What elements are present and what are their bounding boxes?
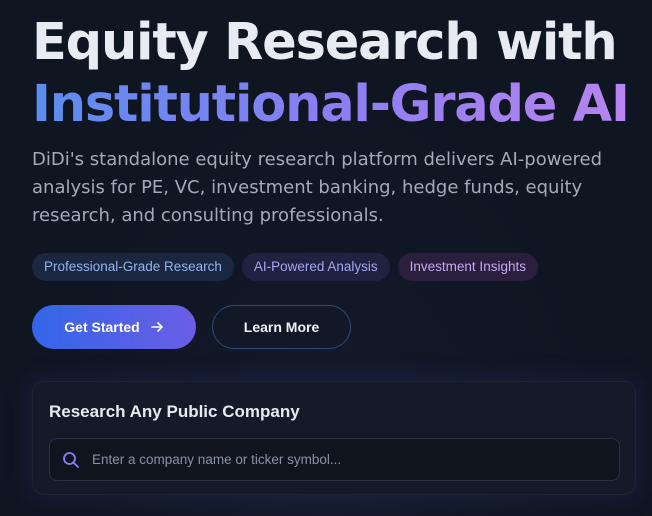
search-icon (62, 451, 80, 469)
badge-investment-insights: Investment Insights (397, 253, 538, 281)
search-input[interactable] (90, 451, 619, 468)
hero-description: DiDi's standalone equity research platfo… (32, 149, 603, 226)
arrow-right-icon (150, 320, 164, 334)
feature-badges: Professional-Grade Research AI-Powered A… (32, 253, 538, 281)
search-card: Research Any Public Company (32, 381, 636, 495)
search-card-title: Research Any Public Company (49, 402, 300, 421)
search-box[interactable] (49, 438, 620, 481)
get-started-label: Get Started (64, 319, 140, 335)
page: Equity Research with Institutional-Grade… (0, 0, 652, 516)
get-started-button[interactable]: Get Started (32, 305, 196, 349)
badge-ai-powered-analysis: AI-Powered Analysis (241, 253, 390, 281)
cta-row: Get Started Learn More (32, 305, 351, 349)
hero-title-line2: Institutional-Grade AI (32, 75, 630, 134)
hero-title-line1: Equity Research with (32, 13, 618, 72)
hero-title: Equity Research with Institutional-Grade… (32, 12, 630, 136)
badge-professional-grade-research: Professional-Grade Research (32, 253, 234, 281)
learn-more-button[interactable]: Learn More (212, 305, 351, 349)
